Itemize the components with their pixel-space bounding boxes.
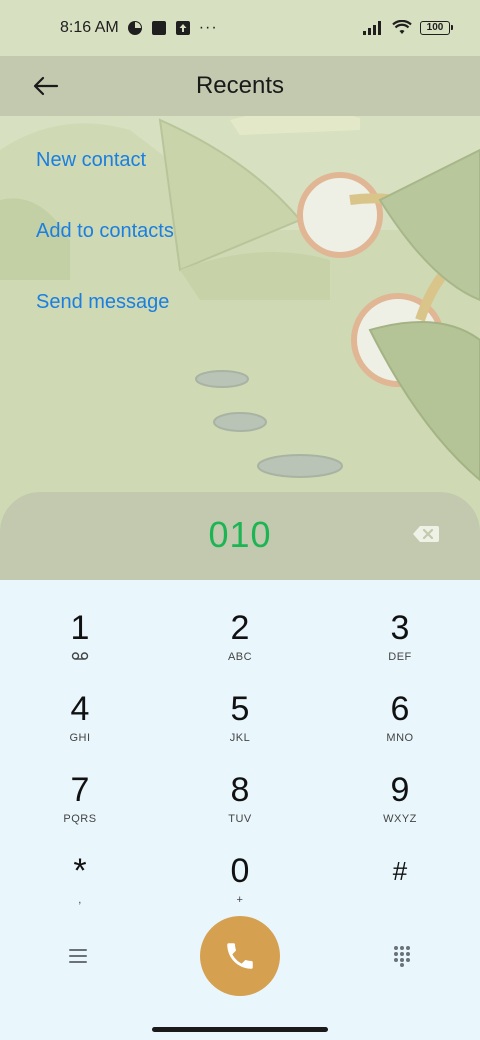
key-letters: MNO xyxy=(386,732,414,744)
key-letters: JKL xyxy=(229,732,251,744)
phone-icon xyxy=(227,943,253,969)
backspace-icon xyxy=(413,526,439,542)
key-digit: 1 xyxy=(70,609,90,647)
key-0[interactable]: 0 + xyxy=(180,839,300,915)
key-digit: 7 xyxy=(70,771,90,809)
key-5[interactable]: 5 JKL xyxy=(180,677,300,753)
wifi-icon xyxy=(392,20,412,34)
key-9[interactable]: 9 WXYZ xyxy=(340,758,460,834)
battery-indicator: 100 xyxy=(420,21,453,35)
key-letters: , xyxy=(78,894,82,906)
key-letters: DEF xyxy=(388,651,412,663)
key-digit: * xyxy=(73,852,87,890)
back-button[interactable] xyxy=(28,68,64,104)
key-digit: 4 xyxy=(70,690,90,728)
voicemail-icon xyxy=(71,652,89,660)
key-2[interactable]: 2 ABC xyxy=(180,596,300,672)
menu-icon xyxy=(69,949,87,963)
clock: 8:16 AM xyxy=(60,19,119,36)
dialpad-icon xyxy=(394,946,410,967)
key-star[interactable]: * , xyxy=(20,839,140,915)
dialed-number: 010 xyxy=(208,514,272,555)
key-letters: PQRS xyxy=(63,813,97,825)
dialpad: 1 2 ABC 3 DEF 4 GHI 5 JKL 6 MNO 7 PQRS 8… xyxy=(0,580,480,1040)
key-4[interactable]: 4 GHI xyxy=(20,677,140,753)
menu-button[interactable] xyxy=(58,936,98,976)
key-digit: 0 xyxy=(230,852,250,890)
upload-icon xyxy=(175,21,190,35)
key-7[interactable]: 7 PQRS xyxy=(20,758,140,834)
data-saver-icon xyxy=(127,21,142,35)
number-display-panel: 010 xyxy=(0,492,480,582)
home-indicator[interactable] xyxy=(152,1027,328,1032)
call-button[interactable] xyxy=(200,916,280,996)
key-digit: 5 xyxy=(230,690,250,728)
key-letters: WXYZ xyxy=(383,813,417,825)
key-8[interactable]: 8 TUV xyxy=(180,758,300,834)
signal-icon xyxy=(363,21,381,35)
key-digit: 3 xyxy=(390,609,410,647)
new-contact-link[interactable]: New contact xyxy=(36,136,174,207)
app-header: Recents xyxy=(0,56,480,116)
key-letters: + xyxy=(236,894,244,906)
key-letters: GHI xyxy=(69,732,91,744)
key-1[interactable]: 1 xyxy=(20,596,140,672)
add-to-contacts-link[interactable]: Add to contacts xyxy=(36,207,174,278)
key-hash[interactable]: # xyxy=(340,839,460,915)
number-actions: New contact Add to contacts Send message xyxy=(36,136,174,349)
key-digit: 6 xyxy=(390,690,410,728)
more-notifications-indicator: ··· xyxy=(198,19,218,36)
key-6[interactable]: 6 MNO xyxy=(340,677,460,753)
key-letters: ABC xyxy=(227,651,253,663)
backspace-button[interactable] xyxy=(412,524,440,544)
key-digit: 8 xyxy=(230,771,250,809)
notification-app-icon xyxy=(151,21,166,35)
page-title: Recents xyxy=(195,72,285,99)
back-arrow-icon xyxy=(33,76,59,96)
key-digit: # xyxy=(392,856,408,886)
send-message-link[interactable]: Send message xyxy=(36,278,174,349)
status-bar: 8:16 AM ··· 100 xyxy=(0,0,480,56)
key-letters: TUV xyxy=(228,813,252,825)
key-3[interactable]: 3 DEF xyxy=(340,596,460,672)
dialpad-toggle-button[interactable] xyxy=(382,936,422,976)
key-digit: 2 xyxy=(230,609,250,647)
key-digit: 9 xyxy=(390,771,410,809)
